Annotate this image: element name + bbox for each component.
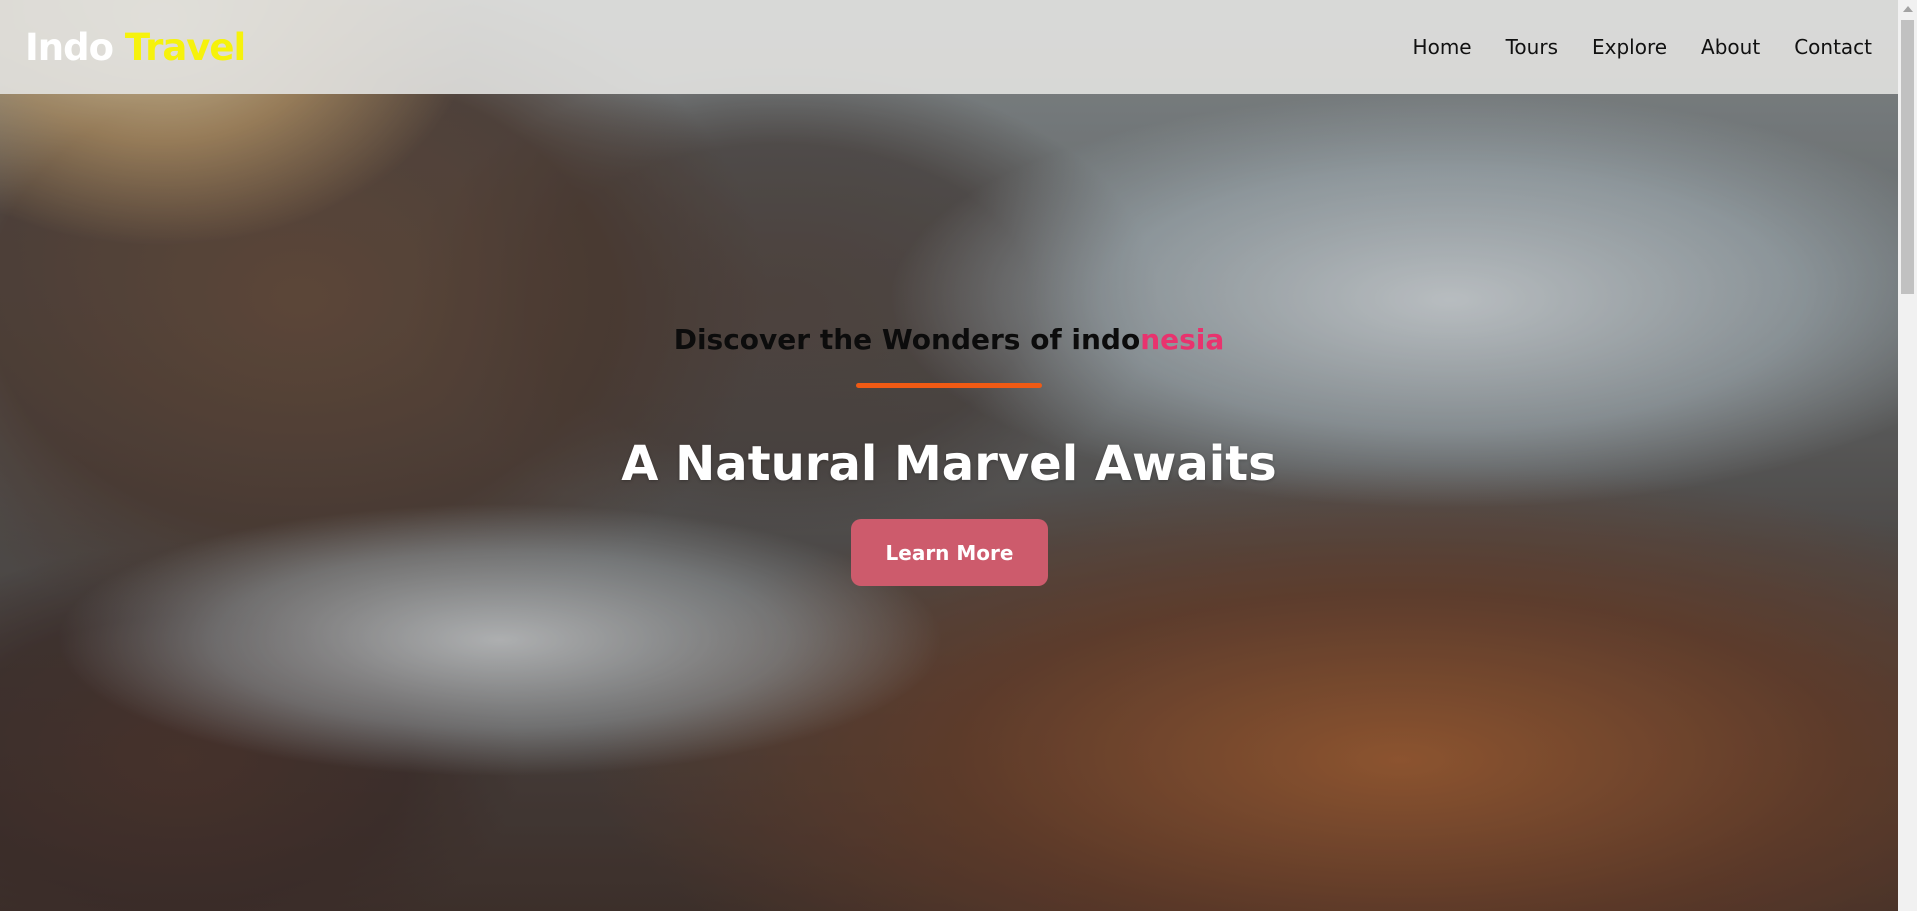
site-logo[interactable]: Indo Travel — [25, 25, 246, 69]
hero-headline: A Natural Marvel Awaits — [621, 436, 1277, 492]
learn-more-button[interactable]: Learn More — [851, 519, 1048, 586]
main-nav: Home Tours Explore About Contact — [1413, 35, 1872, 59]
scroll-up-arrow-icon[interactable] — [1898, 0, 1917, 17]
nav-explore[interactable]: Explore — [1592, 35, 1667, 59]
subtitle-underline-divider — [856, 383, 1042, 388]
hero-content: Discover the Wonders of indonesia A Natu… — [0, 0, 1898, 911]
logo-text-travel: Travel — [124, 25, 246, 69]
nav-about[interactable]: About — [1701, 35, 1760, 59]
scrollbar-thumb[interactable] — [1901, 20, 1914, 294]
nav-tours[interactable]: Tours — [1506, 35, 1558, 59]
subtitle-accent-text: nesia — [1140, 323, 1225, 356]
logo-text-indo: Indo — [25, 25, 114, 69]
site-header: Indo Travel Home Tours Explore About Con… — [0, 0, 1898, 94]
nav-home[interactable]: Home — [1413, 35, 1472, 59]
nav-contact[interactable]: Contact — [1794, 35, 1872, 59]
hero-subtitle: Discover the Wonders of indonesia — [0, 323, 1898, 356]
page-scrollbar[interactable] — [1898, 0, 1917, 911]
subtitle-main-text: Discover the Wonders of indo — [673, 323, 1141, 356]
